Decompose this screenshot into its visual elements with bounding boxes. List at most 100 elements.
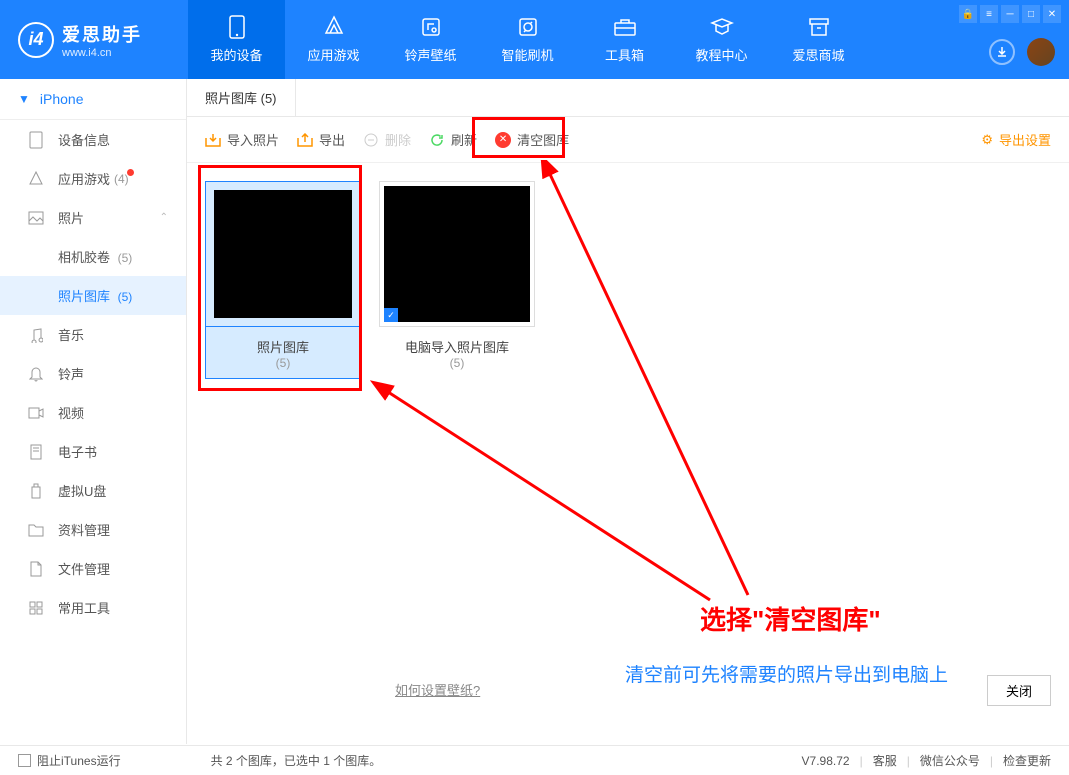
nav-apps[interactable]: 应用游戏 bbox=[285, 0, 382, 79]
apps-icon bbox=[322, 15, 346, 39]
nav-label: 铃声壁纸 bbox=[404, 45, 456, 64]
user-avatar[interactable] bbox=[1027, 38, 1055, 66]
sidebar-label: 虚拟U盘 bbox=[58, 481, 106, 500]
shop-icon bbox=[807, 15, 831, 39]
sidebar-device-info[interactable]: 设备信息 bbox=[0, 120, 186, 159]
gallery-item-pc-imported[interactable]: ✓ 电脑导入照片图库 (5) bbox=[379, 181, 535, 379]
nav-label: 应用游戏 bbox=[307, 45, 359, 64]
sidebar-camera-roll[interactable]: 相机胶卷 (5) bbox=[0, 237, 186, 276]
wallpaper-help-link[interactable]: 如何设置壁纸? bbox=[395, 680, 480, 699]
block-itunes-checkbox[interactable]: 阻止iTunes运行 bbox=[18, 752, 121, 769]
import-button[interactable]: 导入照片 bbox=[205, 130, 279, 149]
sub-label: 照片图库 bbox=[58, 289, 110, 304]
nav-shop[interactable]: 爱思商城 bbox=[770, 0, 867, 79]
grid-icon bbox=[28, 600, 44, 616]
sidebar-label: 文件管理 bbox=[58, 559, 110, 578]
notification-badge bbox=[127, 169, 134, 176]
status-label: 阻止iTunes运行 bbox=[37, 752, 121, 769]
sidebar-label: 视频 bbox=[58, 403, 84, 422]
sidebar-music[interactable]: 音乐 bbox=[0, 315, 186, 354]
gallery-item-photo-library[interactable]: 照片图库 (5) bbox=[205, 181, 361, 379]
wechat-link[interactable]: 微信公众号 bbox=[920, 752, 980, 769]
delete-icon bbox=[363, 132, 379, 148]
nav-toolbox[interactable]: 工具箱 bbox=[576, 0, 673, 79]
check-icon: ✓ bbox=[384, 308, 398, 322]
music-icon bbox=[28, 327, 44, 343]
device-icon bbox=[225, 15, 249, 39]
toolbox-icon bbox=[613, 15, 637, 39]
sidebar-photos[interactable]: 照片 ⌃ bbox=[0, 198, 186, 237]
export-settings-button[interactable]: ⚙ 导出设置 bbox=[981, 130, 1051, 149]
sidebar-virtual-usb[interactable]: 虚拟U盘 bbox=[0, 471, 186, 510]
annotation-title: 选择"清空图库" bbox=[700, 600, 881, 637]
sub-label: 相机胶卷 bbox=[58, 250, 110, 265]
nav-flash[interactable]: 智能刷机 bbox=[479, 0, 576, 79]
sidebar: ▼ iPhone 设备信息 应用游戏 (4) 照片 ⌃ 相机胶卷 (5) 照片图… bbox=[0, 79, 187, 744]
ringtone-icon bbox=[419, 15, 443, 39]
annotation-subtitle: 清空前可先将需要的照片导出到电脑上 bbox=[625, 660, 948, 687]
nav-ringtones[interactable]: 铃声壁纸 bbox=[382, 0, 479, 79]
nav-label: 智能刷机 bbox=[501, 45, 553, 64]
sidebar-ebooks[interactable]: 电子书 bbox=[0, 432, 186, 471]
count: (5) bbox=[118, 290, 133, 304]
thumb-count: (5) bbox=[210, 356, 356, 370]
nav-label: 工具箱 bbox=[605, 45, 644, 64]
tab-photo-library[interactable]: 照片图库 (5) bbox=[187, 79, 296, 116]
close-button[interactable]: 关闭 bbox=[987, 675, 1051, 706]
thumb-title: 电脑导入照片图库 bbox=[383, 337, 531, 356]
sidebar-label: 电子书 bbox=[58, 442, 97, 461]
delete-button[interactable]: 删除 bbox=[363, 130, 411, 149]
sidebar-label: 铃声 bbox=[58, 364, 84, 383]
header-right bbox=[989, 38, 1055, 66]
sidebar-apps[interactable]: 应用游戏 (4) bbox=[0, 159, 186, 198]
refresh-button[interactable]: 刷新 bbox=[429, 130, 477, 149]
info-icon bbox=[28, 132, 44, 148]
count: (5) bbox=[118, 251, 133, 265]
sidebar-ringtones[interactable]: 铃声 bbox=[0, 354, 186, 393]
sidebar-data-management[interactable]: 资料管理 bbox=[0, 510, 186, 549]
sidebar-label: 应用游戏 bbox=[58, 169, 110, 188]
import-icon bbox=[205, 132, 221, 148]
sidebar-photo-library[interactable]: 照片图库 (5) bbox=[0, 276, 186, 315]
nav-label: 爱思商城 bbox=[792, 45, 844, 64]
tool-label: 刷新 bbox=[451, 130, 477, 149]
main-content: 照片图库 (5) 导入照片 导出 删除 刷新 ✕ 清空图库 ⚙ 导出设置 bbox=[187, 79, 1069, 744]
update-link[interactable]: 检查更新 bbox=[1003, 752, 1051, 769]
export-button[interactable]: 导出 bbox=[297, 130, 345, 149]
sidebar-common-tools[interactable]: 常用工具 bbox=[0, 588, 186, 627]
tab-bar: 照片图库 (5) bbox=[187, 79, 1069, 117]
checkbox-icon bbox=[18, 754, 31, 767]
app-header: i4 爱思助手 www.i4.cn 我的设备 应用游戏 铃声壁纸 智能刷机 工具… bbox=[0, 0, 1069, 79]
nav-label: 教程中心 bbox=[695, 45, 747, 64]
status-bar: 阻止iTunes运行 共 2 个图库，已选中 1 个图库。 V7.98.72 |… bbox=[0, 745, 1069, 775]
win-btn-close[interactable]: ✕ bbox=[1043, 5, 1061, 23]
win-btn-maximize[interactable]: □ bbox=[1022, 5, 1040, 23]
win-btn-menu[interactable]: ≡ bbox=[980, 5, 998, 23]
nav-tutorials[interactable]: 教程中心 bbox=[673, 0, 770, 79]
version-label: V7.98.72 bbox=[802, 754, 850, 768]
sidebar-video[interactable]: 视频 bbox=[0, 393, 186, 432]
service-link[interactable]: 客服 bbox=[873, 752, 897, 769]
clear-library-button[interactable]: ✕ 清空图库 bbox=[495, 130, 569, 149]
folder-icon bbox=[28, 522, 44, 538]
win-btn-minimize[interactable]: ─ bbox=[1001, 5, 1019, 23]
thumb-caption: 电脑导入照片图库 (5) bbox=[379, 327, 535, 378]
win-btn-lock[interactable]: 🔒 bbox=[959, 5, 977, 23]
sidebar-file-management[interactable]: 文件管理 bbox=[0, 549, 186, 588]
tool-label: 清空图库 bbox=[517, 130, 569, 149]
nav-my-device[interactable]: 我的设备 bbox=[188, 0, 285, 79]
tool-label: 删除 bbox=[385, 130, 411, 149]
tool-label: 导出 bbox=[319, 130, 345, 149]
sidebar-label: 常用工具 bbox=[58, 598, 110, 617]
download-button[interactable] bbox=[989, 39, 1015, 65]
sidebar-label: 音乐 bbox=[58, 325, 84, 344]
device-header[interactable]: ▼ iPhone bbox=[0, 79, 186, 120]
export-icon bbox=[297, 132, 313, 148]
logo-title: 爱思助手 bbox=[62, 21, 142, 47]
tutorial-icon bbox=[710, 15, 734, 39]
status-right: V7.98.72 | 客服 | 微信公众号 | 检查更新 bbox=[802, 752, 1051, 769]
device-name: iPhone bbox=[40, 91, 84, 107]
sidebar-label: 照片 bbox=[58, 208, 84, 227]
expand-icon: ⌃ bbox=[160, 212, 168, 223]
video-icon bbox=[28, 405, 44, 421]
